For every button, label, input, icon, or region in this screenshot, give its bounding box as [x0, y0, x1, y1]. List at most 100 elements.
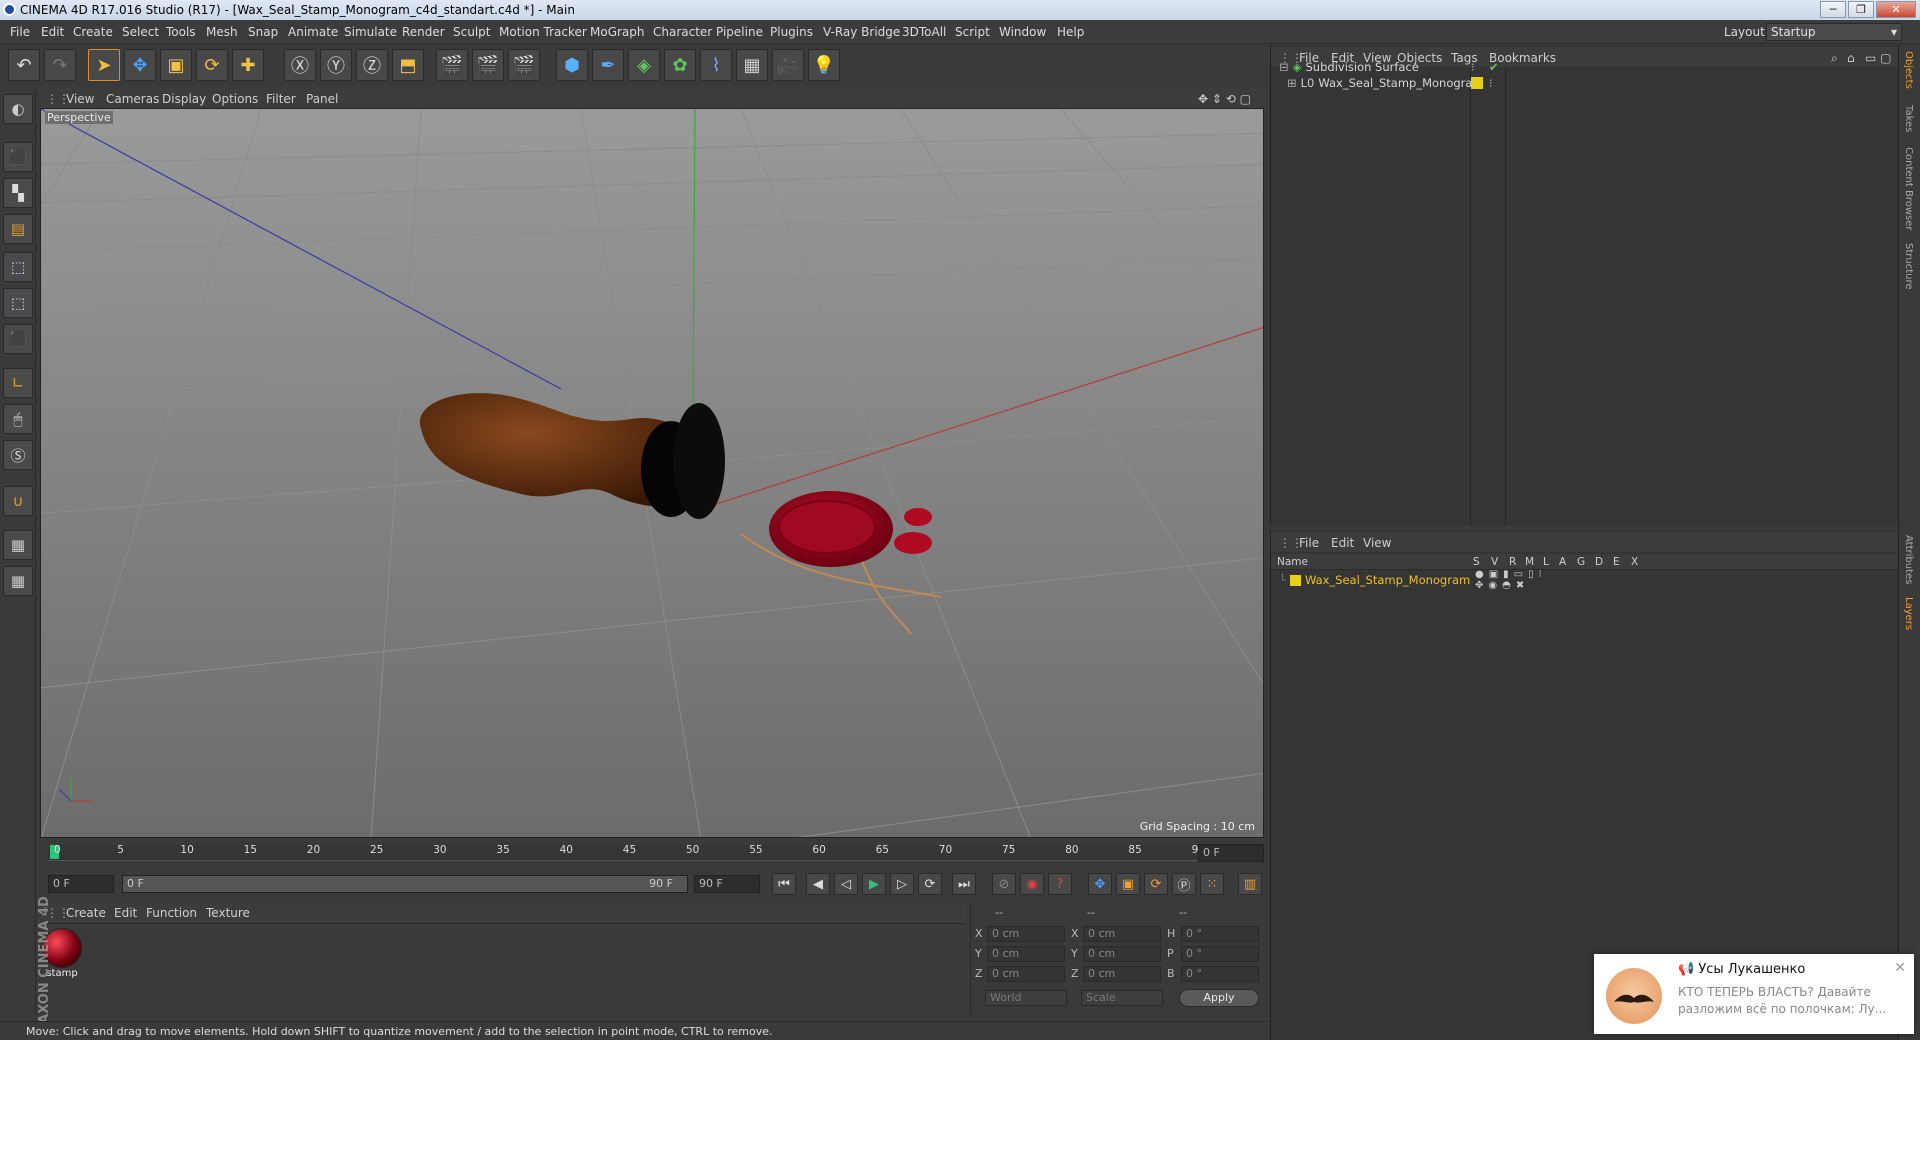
material-menu-texture[interactable]: Texture	[206, 906, 250, 920]
locked-workplane-button[interactable]: ▦	[3, 530, 33, 560]
viewport-menu-cameras[interactable]: Cameras	[106, 92, 159, 106]
previous-key-button[interactable]: ◀	[806, 873, 830, 895]
menu-render[interactable]: Render	[402, 25, 445, 39]
tab-layers[interactable]: Layers	[1903, 597, 1914, 630]
autokey-button[interactable]: ◉	[1020, 873, 1044, 895]
range-slider[interactable]: 0 F 90 F	[122, 875, 688, 893]
menu-character[interactable]: Character	[653, 25, 712, 39]
pos-z-field[interactable]: 0 cm	[987, 966, 1065, 982]
tab-attributes[interactable]: Attributes	[1903, 535, 1914, 584]
next-key-button[interactable]: ⟳	[918, 873, 942, 895]
key-pla-button[interactable]: ⁙	[1200, 873, 1224, 895]
end-frame-field[interactable]: 90 F	[694, 875, 760, 893]
viewport-menu-filter[interactable]: Filter	[266, 92, 296, 106]
workplane-mode-button[interactable]: ▤	[3, 214, 33, 244]
axis-mode-button[interactable]: ∟	[3, 368, 33, 398]
material-menu-function[interactable]: Function	[146, 906, 197, 920]
layers-menu-edit[interactable]: Edit	[1331, 536, 1354, 550]
play-button[interactable]: ▶	[862, 873, 886, 895]
pos-y-field[interactable]: 0 cm	[987, 946, 1065, 962]
material-menu-edit[interactable]: Edit	[114, 906, 137, 920]
scale-dropdown[interactable]: Scale	[1081, 990, 1163, 1006]
layer-row[interactable]: └ Wax_Seal_Stamp_Monogram ●▣▮▭▯⁝✥◉◓✖	[1279, 569, 1542, 591]
menu-help[interactable]: Help	[1057, 25, 1084, 39]
key-rotation-button[interactable]: ⟳	[1144, 873, 1168, 895]
menu-simulate[interactable]: Simulate	[344, 25, 397, 39]
menu-mesh[interactable]: Mesh	[206, 25, 238, 39]
cube-button[interactable]: ⬢	[556, 49, 588, 81]
recent-tool-button[interactable]: ✚	[232, 49, 264, 81]
layers-menu-view[interactable]: View	[1363, 536, 1391, 550]
menu-plugins[interactable]: Plugins	[770, 25, 813, 39]
make-editable-button[interactable]: ◐	[3, 94, 33, 124]
rotate-tool-button[interactable]: ⟳	[196, 49, 228, 81]
layer-color-swatch[interactable]	[1289, 574, 1301, 586]
menu-pipeline[interactable]: Pipeline	[716, 25, 763, 39]
collapse-icon[interactable]: ⊟	[1279, 60, 1289, 74]
viewport-nav-icons[interactable]: ✥ ⇕ ⟲ ▢	[1198, 92, 1251, 106]
key-scale-button[interactable]: ▣	[1116, 873, 1140, 895]
tab-content-browser[interactable]: Content Browser	[1903, 147, 1914, 230]
menu-window[interactable]: Window	[999, 25, 1046, 39]
polygons-mode-button[interactable]: ⬛	[3, 324, 33, 354]
object-row-subdivision[interactable]: ⊟ ◈ Subdivision Surface ⁝ ✔	[1279, 59, 1499, 75]
scale-tool-button[interactable]: ▣	[160, 49, 192, 81]
menu-file[interactable]: File	[10, 25, 30, 39]
coordinate-system-button[interactable]: ⬒	[392, 49, 424, 81]
maximize-button[interactable]: ❐	[1848, 1, 1874, 18]
menu-vray-bridge[interactable]: V-Ray Bridge	[823, 25, 900, 39]
camera-button[interactable]: 🎥	[772, 49, 804, 81]
menu-snap[interactable]: Snap	[248, 25, 278, 39]
menu-sculpt[interactable]: Sculpt	[453, 25, 490, 39]
magnet-button[interactable]: ∪	[3, 486, 33, 516]
notification-popup[interactable]: 📢 Усы Лукашенко КТО ТЕПЕРЬ ВЛАСТЬ? Давай…	[1594, 954, 1914, 1034]
expand-icon[interactable]: ⊞	[1287, 76, 1297, 90]
go-to-end-button[interactable]: ⏭	[952, 873, 976, 895]
keyframe-selection-button[interactable]: ?	[1048, 873, 1072, 895]
object-row-monogram[interactable]: ⊞ L0 Wax_Seal_Stamp_Monogram ⁝	[1287, 75, 1493, 91]
render-to-picture-viewer-button[interactable]: 🎬	[472, 49, 504, 81]
search-icon[interactable]: ⌕	[1831, 51, 1838, 66]
size-y-field[interactable]: 0 cm	[1083, 946, 1161, 962]
tweak-mode-button[interactable]: 🖱	[3, 404, 33, 434]
menu-tools[interactable]: Tools	[166, 25, 196, 39]
current-frame-field[interactable]: 0 F	[1198, 844, 1264, 862]
z-axis-button[interactable]: Ⓩ	[356, 49, 388, 81]
visibility-dots-icon[interactable]: ⁝	[1471, 60, 1475, 74]
rot-p-field[interactable]: 0 °	[1181, 946, 1259, 962]
key-position-button[interactable]: ✥	[1088, 873, 1112, 895]
visibility-dots-icon[interactable]: ⁝	[1489, 76, 1493, 90]
key-parameter-button[interactable]: Ⓟ	[1172, 873, 1196, 895]
start-frame-field[interactable]: 0 F	[48, 875, 114, 893]
apply-button[interactable]: Apply	[1179, 989, 1259, 1007]
edges-mode-button[interactable]: ⬚	[3, 288, 33, 318]
home-icon[interactable]: ⌂	[1847, 51, 1855, 65]
menu-edit[interactable]: Edit	[41, 25, 64, 39]
menu-script[interactable]: Script	[955, 25, 990, 39]
notification-close-button[interactable]: ✕	[1894, 960, 1906, 976]
deformer-button[interactable]: ⌇	[700, 49, 732, 81]
menu-create[interactable]: Create	[73, 25, 113, 39]
redo-button[interactable]: ↷	[44, 49, 76, 81]
render-view-button[interactable]: 🎬	[436, 49, 468, 81]
size-x-field[interactable]: 0 cm	[1083, 926, 1161, 942]
planar-workplane-button[interactable]: ▦	[3, 566, 33, 596]
timeline-ruler[interactable]: 051015202530354045505560657075808590 0 F	[40, 843, 1266, 863]
menu-animate[interactable]: Animate	[288, 25, 338, 39]
material-menu-create[interactable]: Create	[66, 906, 106, 920]
points-mode-button[interactable]: ⬚	[3, 252, 33, 282]
floor-button[interactable]: ▦	[736, 49, 768, 81]
menu-motion-tracker[interactable]: Motion Tracker	[499, 25, 587, 39]
record-keys-button[interactable]: ⊘	[992, 873, 1016, 895]
world-dropdown[interactable]: World	[985, 990, 1067, 1006]
rot-h-field[interactable]: 0 °	[1181, 926, 1259, 942]
objects-menu-bookmarks[interactable]: Bookmarks	[1489, 51, 1556, 65]
menu-3dtoall[interactable]: 3DToAll	[902, 25, 946, 39]
pos-x-field[interactable]: 0 cm	[987, 926, 1065, 942]
close-button[interactable]: ✕	[1876, 1, 1916, 18]
go-to-start-button[interactable]: ⏮	[772, 873, 796, 895]
pen-spline-button[interactable]: ✒	[592, 49, 624, 81]
render-settings-button[interactable]: 🎬	[508, 49, 540, 81]
layer-flag-icons[interactable]: ●▣▮▭▯⁝✥◉◓✖	[1475, 569, 1547, 591]
y-axis-button[interactable]: Ⓨ	[320, 49, 352, 81]
